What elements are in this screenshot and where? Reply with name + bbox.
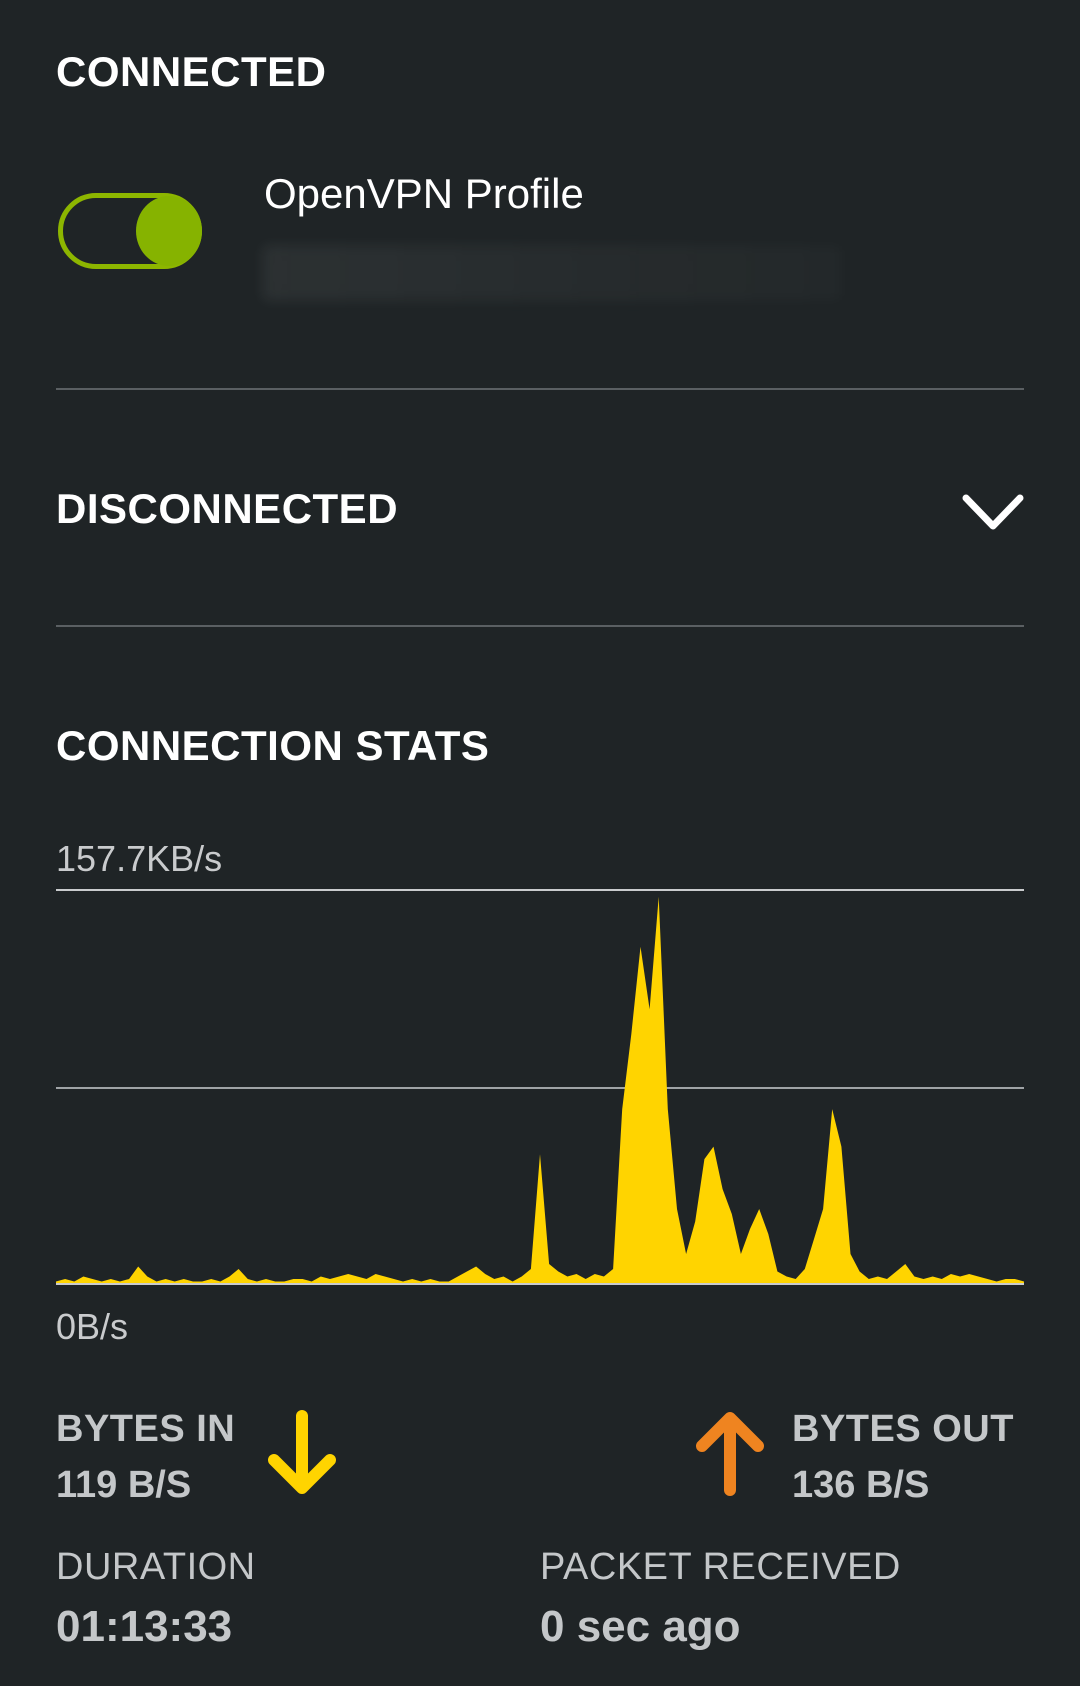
chart-series-bytes-in [56, 896, 1024, 1284]
bytes-out-label: BYTES OUT [792, 1408, 1014, 1450]
profile-subtitle-redacted [262, 245, 842, 301]
duration-value: 01:13:33 [56, 1602, 233, 1651]
bytes-in-label: BYTES IN [56, 1408, 236, 1450]
packet-received-value: 0 sec ago [540, 1602, 741, 1651]
connected-title: CONNECTED [56, 48, 327, 95]
toggle-knob[interactable] [136, 196, 202, 266]
chart-min-label: 0B/s [56, 1306, 129, 1347]
connection-stats-title: CONNECTION STATS [56, 722, 490, 769]
divider [56, 625, 1024, 627]
bytes-in-value: 119 B/S [56, 1464, 192, 1506]
chart-max-label: 157.7KB/s [56, 838, 223, 879]
divider [56, 388, 1024, 390]
chevron-down-icon[interactable] [960, 490, 1026, 534]
duration-label: DURATION [56, 1546, 256, 1588]
packet-received-label: PACKET RECEIVED [540, 1546, 901, 1588]
bytes-out-value: 136 B/S [792, 1464, 930, 1506]
arrow-up-icon [696, 1412, 764, 1496]
traffic-chart [56, 889, 1024, 1285]
profile-name[interactable]: OpenVPN Profile [264, 170, 584, 218]
arrow-down-icon [268, 1410, 336, 1494]
disconnected-title[interactable]: DISCONNECTED [56, 485, 398, 533]
